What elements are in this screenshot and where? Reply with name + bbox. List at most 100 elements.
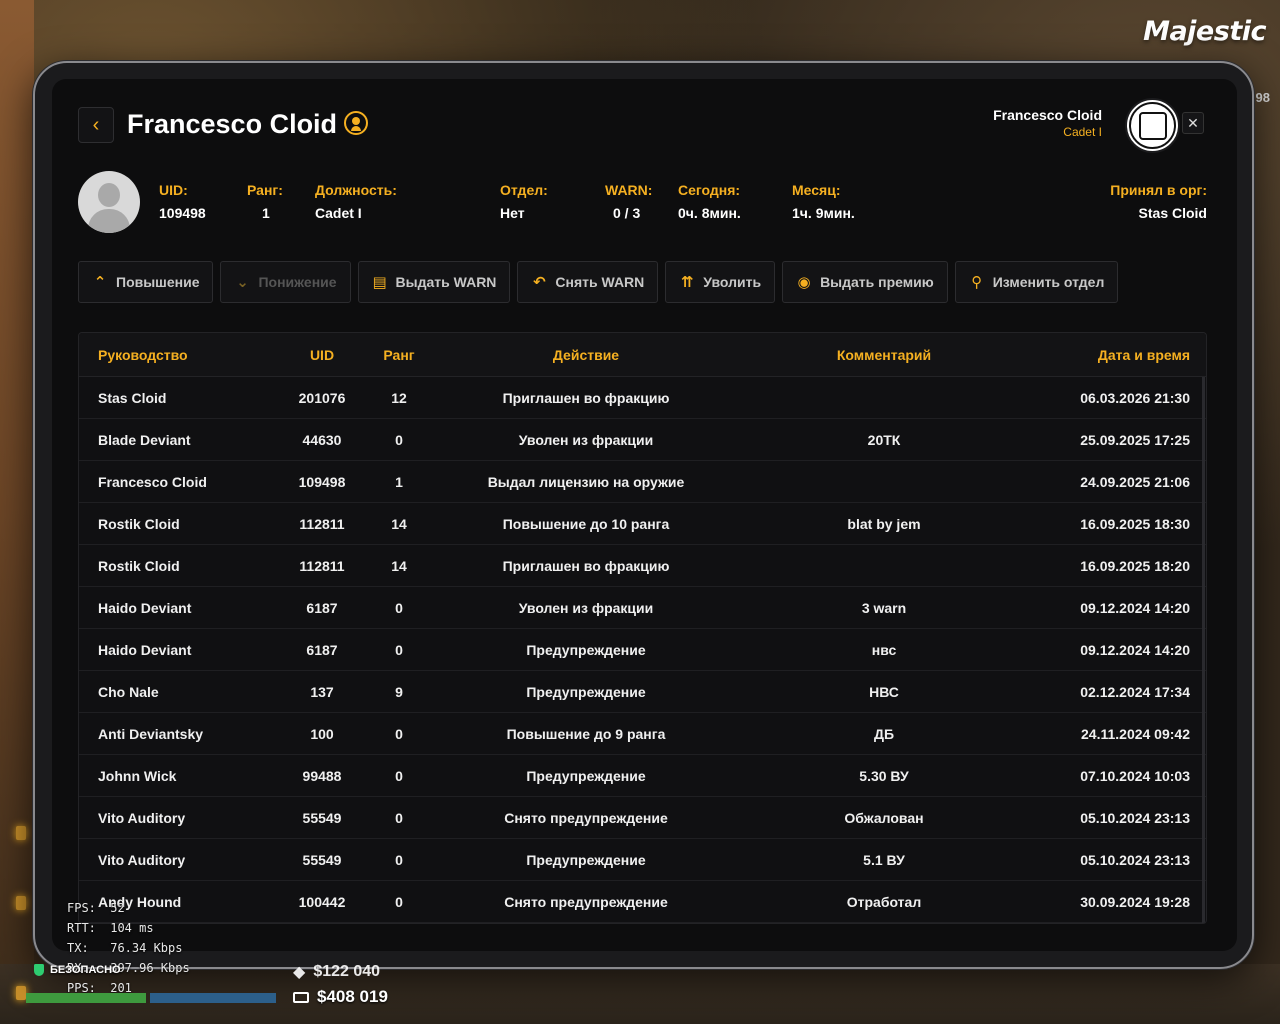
table-row[interactable]: Andy Hound 100442 0 Снято предупреждение Отр…	[79, 881, 1206, 923]
cell-datetime: 16.09.2025 18:30	[1080, 516, 1190, 532]
cell-rank: 0	[395, 768, 403, 784]
cell-datetime: 05.10.2024 23:13	[1080, 852, 1190, 868]
cell-uid: 112811	[299, 558, 345, 574]
cell-comment: 5.30 ВУ	[859, 768, 909, 784]
today-label: Сегодня:	[678, 182, 741, 198]
table-row[interactable]: Cho Nale 137 9 Предупреждение НВС 02.12.2024 …	[79, 671, 1206, 713]
cell-leader: Vito Auditory	[98, 852, 186, 868]
issue-warn-button[interactable]: ▤ Выдать WARN	[357, 261, 511, 303]
table-row[interactable]: Haido Deviant 6187 0 Предупреждение нвс 09.12…	[79, 629, 1206, 671]
give-bonus-button[interactable]: ◉ Выдать премию	[782, 261, 948, 303]
cell-uid: 100442	[298, 894, 346, 910]
table-row[interactable]: Blade Deviant 44630 0 Уволен из фракции 20ТК…	[79, 419, 1206, 461]
column-datetime: Дата и время	[1097, 347, 1190, 363]
tablet-frame: ‹ Francesco Cloid Francesco Cloid Cadet …	[33, 61, 1254, 969]
column-comment: Комментарий	[836, 347, 932, 363]
cell-datetime: 06.03.2026 21:30	[1080, 390, 1190, 406]
cell-leader: Francesco Cloid	[98, 474, 207, 490]
rank-value: 1	[262, 205, 270, 221]
cell-comment: ДБ	[873, 726, 895, 742]
cell-datetime: 02.12.2024 17:34	[1080, 684, 1190, 700]
table-row[interactable]: Vito Auditory 55549 0 Снято предупреждение О…	[79, 797, 1206, 839]
today-value: 0ч. 8мин.	[678, 205, 741, 221]
table-row[interactable]: Rostik Cloid 112811 14 Повышение до 10 ранг…	[79, 503, 1206, 545]
cell-datetime: 24.09.2025 21:06	[1080, 474, 1190, 490]
cell-rank: 0	[395, 894, 403, 910]
profile-rank: Cadet I	[1063, 125, 1102, 139]
chevron-up-icon: ⌃	[93, 274, 107, 291]
cell-uid: 55549	[302, 810, 342, 826]
cell-rank: 0	[395, 852, 403, 868]
cell-uid: 201076	[298, 390, 346, 406]
coin-icon: ◉	[797, 274, 811, 291]
cell-datetime: 16.09.2025 18:20	[1080, 558, 1190, 574]
table-row[interactable]: Rostik Cloid 112811 14 Приглашен во фракцию…	[79, 545, 1206, 587]
police-emblem-icon	[1125, 98, 1180, 153]
rank-label: Ранг:	[247, 182, 283, 198]
cell-rank: 0	[395, 432, 403, 448]
rx-value: 397.96 Kbps	[110, 961, 190, 975]
lamp-icon	[16, 896, 26, 910]
user-circle-icon	[344, 111, 368, 135]
table-row[interactable]: Anti Deviantsky 100 0 Повышение до 9 ранга Д…	[79, 713, 1206, 755]
safe-zone-indicator: БЕЗОПАСНО	[34, 964, 121, 976]
table-row[interactable]: Haido Deviant 6187 0 Уволен из фракции 3 war…	[79, 587, 1206, 629]
cell-datetime: 25.09.2025 17:25	[1080, 432, 1190, 448]
dismiss-button[interactable]: ⇈ Уволить	[665, 261, 776, 303]
cell-leader: Rostik Cloid	[98, 558, 180, 574]
promote-button[interactable]: ⌃ Повышение	[78, 261, 214, 303]
cell-datetime: 09.12.2024 14:20	[1080, 600, 1190, 616]
cash-icon: ◆	[293, 964, 306, 981]
department-value: Нет	[500, 205, 525, 221]
tx-value: 76.34 Kbps	[110, 941, 183, 955]
cell-leader: Stas Cloid	[98, 390, 167, 406]
tx-label: TX:	[67, 941, 89, 955]
table-row[interactable]: Stas Cloid 201076 12 Приглашен во фракцию 06…	[79, 377, 1206, 419]
close-button[interactable]: ✕	[1182, 112, 1204, 134]
majestic-logo: Majestic	[1143, 16, 1266, 47]
column-action: Действие	[552, 347, 620, 363]
status-bars	[26, 993, 276, 1003]
cell-datetime: 07.10.2024 10:03	[1080, 768, 1190, 784]
cell-comment: 5.1 ВУ	[863, 852, 905, 868]
close-icon: ✕	[1187, 114, 1199, 131]
network-stats: FPS: 52 RTT: 104 ms TX: 76.34 Kbps RX: 3…	[67, 898, 190, 998]
remove-warn-button[interactable]: ↶ Снять WARN	[517, 261, 659, 303]
demote-button[interactable]: ⌄ Понижение	[220, 261, 351, 303]
cell-action: Повышение до 9 ранга	[506, 726, 666, 742]
table-row[interactable]: Vito Auditory 55549 0 Предупреждение 5.1 ВУ 0…	[79, 839, 1206, 881]
cell-uid: 112811	[299, 516, 345, 532]
page-title: Francesco Cloid	[127, 109, 338, 139]
position-value: Cadet I	[315, 205, 362, 221]
column-rank: Ранг	[383, 347, 415, 363]
cell-datetime: 09.12.2024 14:20	[1080, 642, 1190, 658]
table-row[interactable]: Johnn Wick 99488 0 Предупреждение 5.30 ВУ 07.…	[79, 755, 1206, 797]
cell-uid: 137	[310, 684, 334, 700]
column-uid: UID	[309, 347, 335, 363]
column-leader: Руководство	[98, 347, 188, 363]
warn-label: WARN:	[605, 182, 653, 198]
warn-value: 0 / 3	[613, 205, 641, 221]
cell-comment: blat by jem	[847, 516, 921, 532]
month-value: 1ч. 9мин.	[792, 205, 855, 221]
chevron-left-icon: ‹	[92, 114, 100, 136]
bank-display: $408 019	[293, 987, 388, 1007]
change-department-button[interactable]: ⚲ Изменить отдел	[954, 261, 1119, 303]
cell-datetime: 30.09.2024 19:28	[1080, 894, 1190, 910]
side-hud-number: 98	[1255, 90, 1270, 105]
cell-rank: 0	[395, 600, 403, 616]
faction-member-panel: ‹ Francesco Cloid Francesco Cloid Cadet …	[52, 79, 1237, 951]
cell-comment: НВС	[869, 684, 899, 700]
cell-leader: Haido Deviant	[98, 642, 192, 658]
cell-comment: Обжалован	[844, 810, 924, 826]
cash-display: ◆ $122 040	[293, 963, 381, 981]
table-row[interactable]: Francesco Cloid 109498 1 Выдал лицензию на …	[79, 461, 1206, 503]
hierarchy-icon: ⚲	[971, 274, 983, 291]
table-scrollbar[interactable]	[1202, 377, 1205, 923]
cell-uid: 44630	[302, 432, 342, 448]
position-label: Должность:	[315, 182, 397, 198]
back-button[interactable]: ‹	[78, 107, 114, 143]
cell-comment: 20ТК	[867, 432, 901, 448]
cell-comment: нвс	[871, 642, 897, 658]
background-wall	[0, 0, 34, 1024]
